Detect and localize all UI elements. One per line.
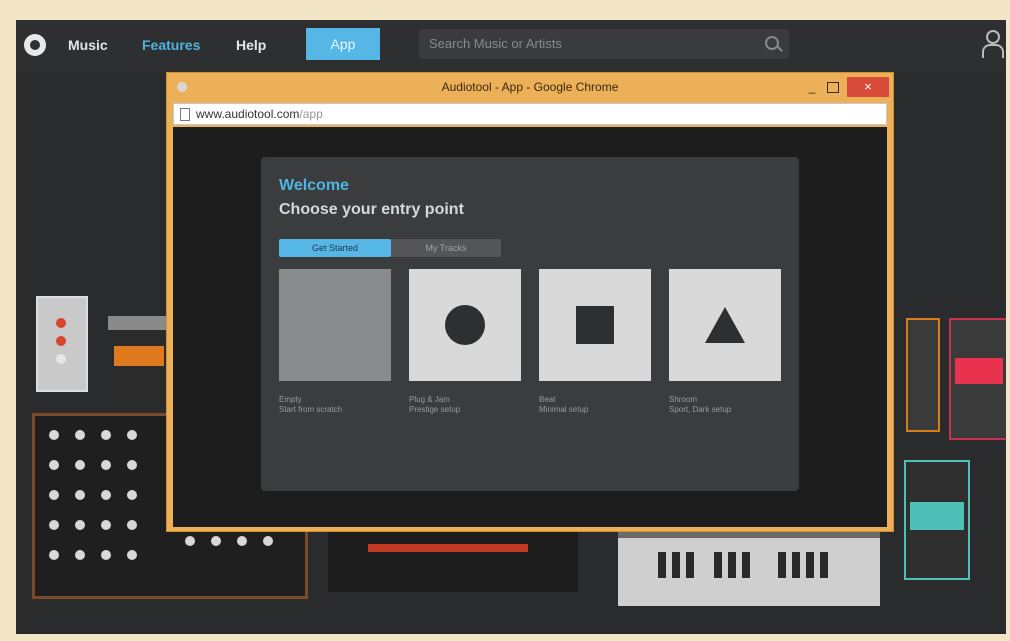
entry-card-label: Beat Minimal setup	[539, 395, 589, 414]
background-device-meter	[36, 296, 88, 392]
app-button[interactable]: App	[306, 28, 380, 60]
entry-card-square[interactable]	[539, 269, 651, 381]
welcome-title: Welcome	[279, 177, 349, 194]
welcome-dialog: Welcome Choose your entry point Get Star…	[261, 157, 799, 491]
entry-card-label: Empty Start from scratch	[279, 395, 343, 414]
close-button[interactable]: ×	[847, 77, 889, 97]
window-title: Audiotool - App - Google Chrome	[441, 80, 619, 94]
search-placeholder: Search Music or Artists	[429, 36, 562, 51]
user-icon[interactable]	[980, 30, 1004, 58]
tab-get-started[interactable]: Get Started	[279, 239, 391, 257]
background-device-pedal-teal	[904, 460, 970, 580]
nav-link-music[interactable]: Music	[68, 37, 108, 53]
url-text[interactable]: www.audiotool.com/app	[196, 107, 323, 121]
page-icon	[180, 108, 190, 121]
background-device-sequencer	[328, 532, 578, 592]
welcome-subtitle: Choose your entry point	[279, 201, 464, 218]
circle-icon	[445, 305, 485, 345]
chrome-window: Audiotool - App - Google Chrome _ × www.…	[166, 72, 894, 532]
desktop-screen: Music Features Help App Search Music or …	[16, 20, 1006, 634]
background-device-pedal-orange	[906, 318, 940, 432]
search-input[interactable]: Search Music or Artists	[419, 29, 789, 59]
nav-link-help[interactable]: Help	[236, 37, 266, 53]
triangle-icon	[705, 307, 745, 343]
entry-card-label: Plug & Jam Prestige setup	[409, 395, 461, 414]
background-device-synth	[618, 532, 880, 606]
minimize-button[interactable]: _	[805, 81, 819, 93]
entry-card-triangle[interactable]	[669, 269, 781, 381]
nav-link-features[interactable]: Features	[142, 37, 200, 53]
background-device-orange	[108, 316, 170, 404]
browser-viewport: Welcome Choose your entry point Get Star…	[173, 127, 887, 527]
top-nav: Music Features Help App Search Music or …	[16, 20, 1006, 72]
square-icon	[576, 306, 614, 344]
background-device-pedal-red	[949, 318, 1006, 440]
tab-my-tracks[interactable]: My Tracks	[391, 239, 501, 257]
entry-card-empty[interactable]	[279, 269, 391, 381]
entry-card-circle[interactable]	[409, 269, 521, 381]
logo-icon[interactable]	[24, 34, 46, 56]
maximize-button[interactable]	[827, 82, 839, 93]
search-icon[interactable]	[765, 36, 779, 50]
entry-tabs: Get Started My Tracks	[279, 239, 501, 257]
address-bar[interactable]: www.audiotool.com/app	[173, 103, 887, 125]
entry-card-label: Shroom Sport, Dark setup	[669, 395, 732, 414]
